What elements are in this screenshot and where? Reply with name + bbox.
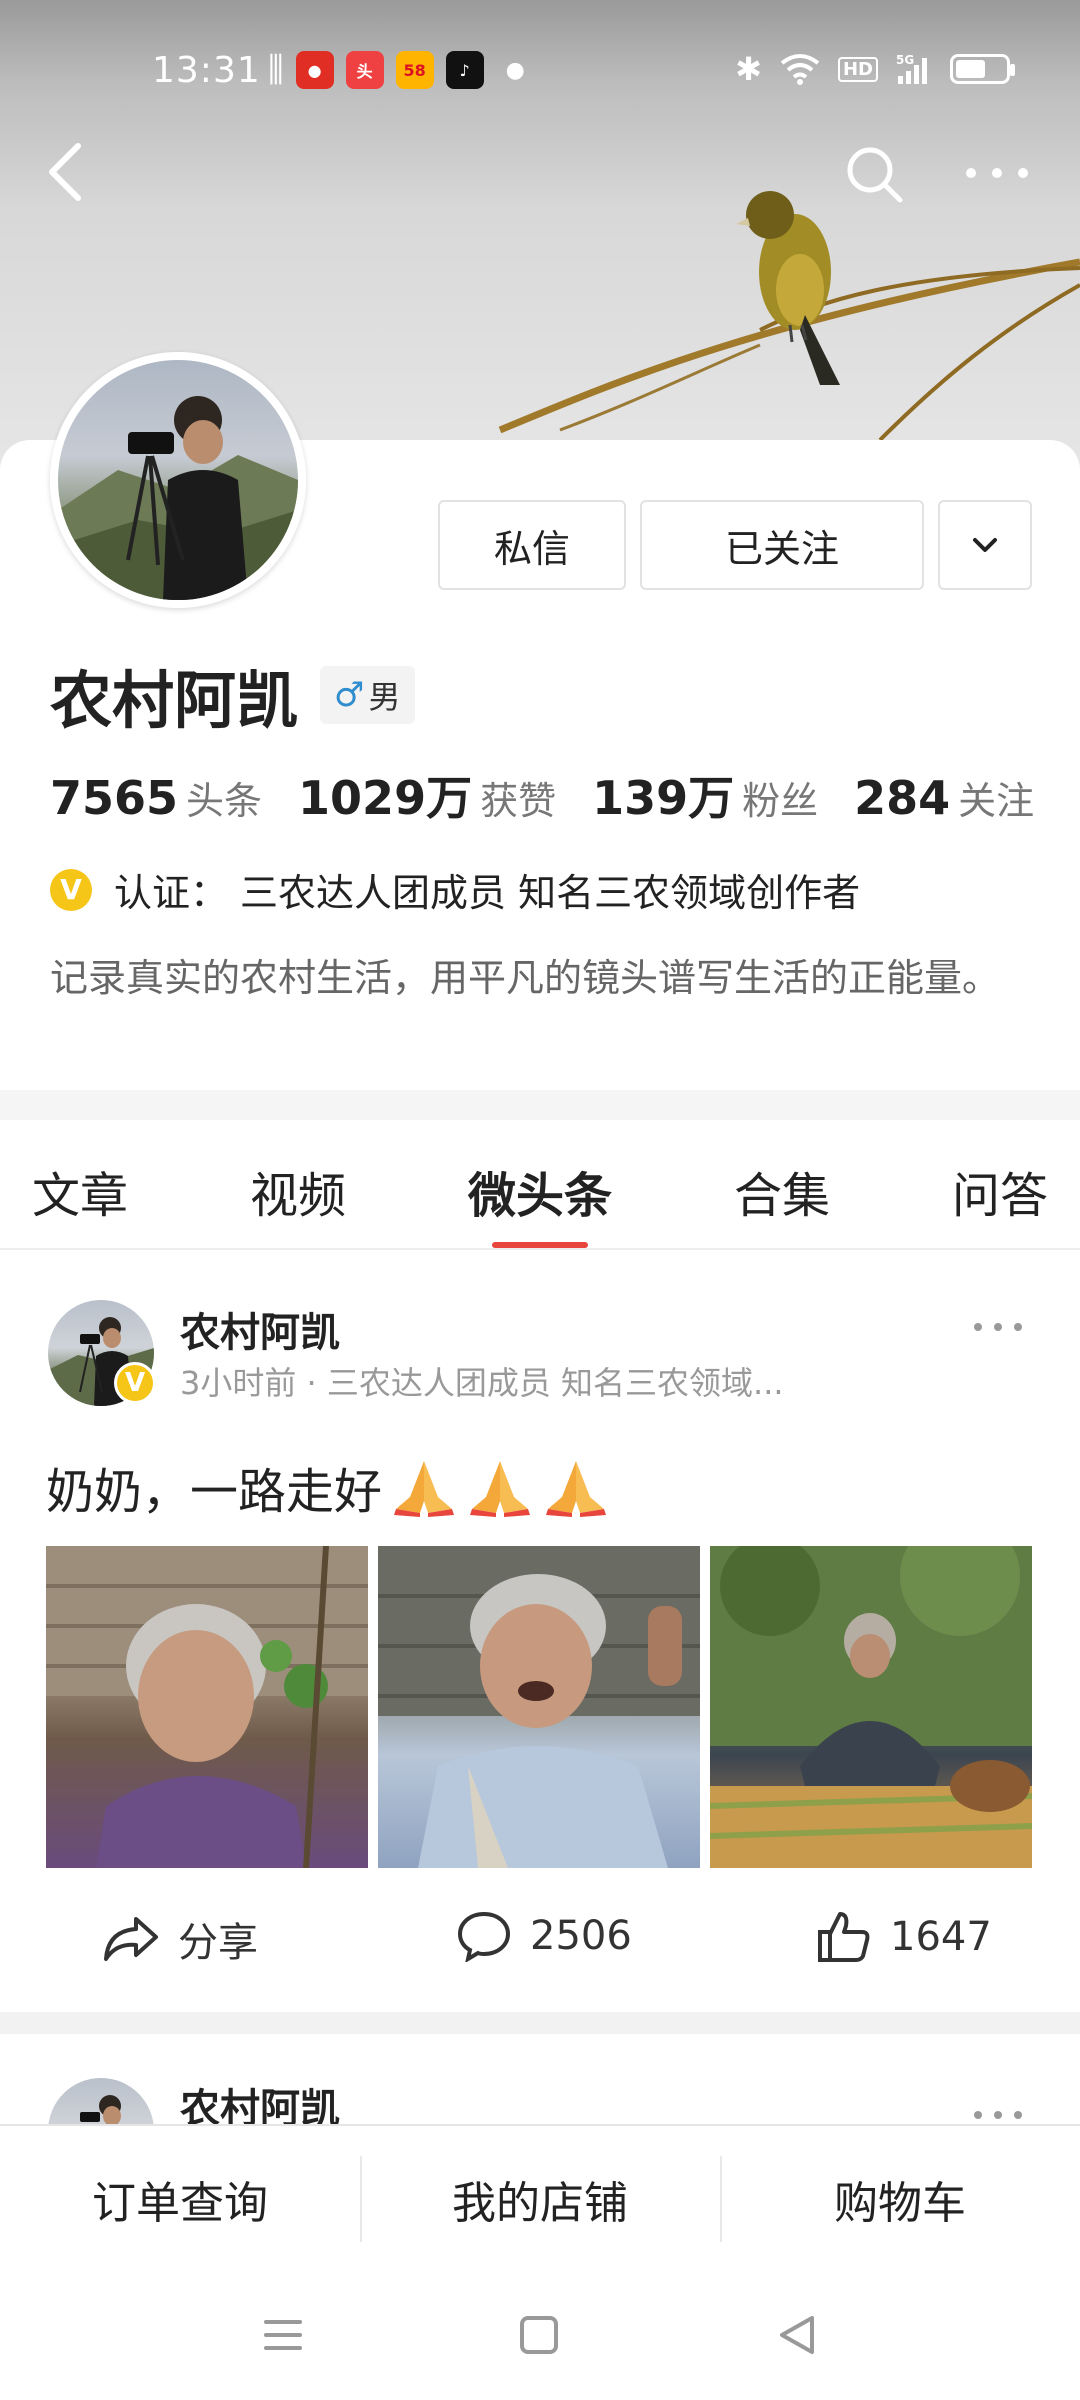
app-tiktok-icon: ♪ <box>445 51 484 89</box>
post-avatar-photo <box>80 2095 121 2124</box>
profile-name-row: 农村阿凯 ♂ 男 <box>50 650 415 740</box>
gender-badge: ♂ 男 <box>320 666 415 724</box>
tab-articles[interactable]: 文章 <box>32 1156 128 1226</box>
battery-icon <box>950 54 1015 84</box>
message-button[interactable]: 私信 <box>438 500 626 590</box>
section-divider <box>0 1090 1080 1120</box>
male-icon: ♂ <box>334 675 365 715</box>
folded-hands-icon <box>394 1461 455 1517</box>
stat-likes[interactable]: 1029万 获赞 <box>298 762 556 828</box>
photo-grandma-laughing <box>378 1546 700 1868</box>
share-icon <box>104 1917 158 1961</box>
like-count: 1647 <box>890 1914 992 1960</box>
follow-button[interactable]: 已关注 <box>640 500 924 590</box>
stat-value: 284 <box>854 771 951 825</box>
thumbs-up-icon <box>818 1912 870 1962</box>
shopping-cart-button[interactable]: 购物车 <box>720 2126 1080 2272</box>
wifi-icon <box>780 54 820 85</box>
more-dots-icon[interactable] <box>962 155 1032 191</box>
photo-grandma-working <box>710 1546 1032 1868</box>
verification-row: V 认证： 三农达人团成员 知名三农领域创作者 <box>50 862 860 917</box>
stat-value: 1029万 <box>298 771 473 825</box>
status-system-icons: ✱ HD 5G <box>735 50 1015 88</box>
tab-qa[interactable]: 问答 <box>952 1156 1048 1226</box>
verified-icon: V <box>114 1362 156 1404</box>
status-time: 13:31 <box>152 50 261 91</box>
my-shop-button[interactable]: 我的店铺 <box>360 2126 720 2272</box>
like-button[interactable]: 1647 <box>816 1910 992 1964</box>
verification-text: 三农达人团成员 知名三农领域创作者 <box>240 871 861 915</box>
system-nav-bar <box>0 2272 1080 2400</box>
avatar[interactable] <box>50 352 306 608</box>
post-divider <box>0 2012 1080 2034</box>
feed-post: 农村阿凯 <box>0 2034 1080 2124</box>
stat-fans[interactable]: 139万 粉丝 <box>592 762 818 828</box>
comment-button[interactable]: 2506 <box>456 1910 632 1962</box>
signal-5g-icon: 5G <box>896 53 927 84</box>
post-actions: 分享 2506 1647 <box>0 1892 1080 1982</box>
svg-text:5G: 5G <box>896 53 914 67</box>
chevron-left-icon[interactable] <box>42 140 86 204</box>
stat-label: 关注 <box>958 779 1035 823</box>
active-tab-indicator <box>492 1242 588 1248</box>
post-photo[interactable] <box>710 1546 1032 1868</box>
tab-collections[interactable]: 合集 <box>734 1156 830 1226</box>
chevron-down-icon <box>973 538 997 552</box>
post-author[interactable]: 农村阿凯 <box>180 1300 340 1358</box>
post-text-row: 奶奶，一路走好 <box>46 1452 610 1522</box>
dropdown-button[interactable] <box>938 500 1032 590</box>
post-meta: 3小时前 · 三农达人团成员 知名三农领域... <box>180 1364 784 1402</box>
post-photo-grid <box>46 1546 1032 1868</box>
bluetooth-icon: ✱ <box>735 50 762 88</box>
stat-value: 139万 <box>592 771 735 825</box>
photo-grandma-smiling <box>46 1546 368 1868</box>
folded-hands-icon <box>546 1461 607 1517</box>
app-toutiao-icon: 头 <box>345 51 384 89</box>
profile-bio: 记录真实的农村生活，用平凡的镜头谱写生活的正能量。 <box>50 956 1001 1000</box>
folded-hands-icon <box>470 1461 531 1517</box>
dot-icon: ● <box>505 57 525 83</box>
profile-stats: 7565 头条 1029万 获赞 139万 粉丝 284 关注 <box>50 762 1070 828</box>
post-author[interactable]: 农村阿凯 <box>180 2076 340 2124</box>
gender-label: 男 <box>368 678 401 716</box>
stat-label: 头条 <box>186 779 263 823</box>
post-text: 奶奶，一路走好 <box>46 1464 383 1520</box>
stat-label: 粉丝 <box>742 779 819 823</box>
status-bar: 13:31 ⫼ ● 头 58 ♪ ● ✱ HD 5G <box>0 0 1080 140</box>
hd-icon: HD <box>837 56 878 82</box>
back-triangle-icon[interactable] <box>772 2310 822 2360</box>
comment-count: 2506 <box>530 1913 632 1959</box>
more-dots-icon[interactable] <box>970 1312 1026 1342</box>
status-app-icons: ⫼ ● 头 58 ♪ ● <box>268 50 525 90</box>
profile-name: 农村阿凯 <box>50 664 299 737</box>
more-dots-icon[interactable] <box>970 2100 1026 2124</box>
stat-posts[interactable]: 7565 头条 <box>50 770 262 825</box>
home-square-icon[interactable] <box>514 2310 564 2360</box>
order-query-button[interactable]: 订单查询 <box>0 2126 360 2272</box>
avatar-photo <box>58 396 298 600</box>
share-button[interactable]: 分享 <box>100 1910 258 1968</box>
post-photo[interactable] <box>378 1546 700 1868</box>
menu-icon[interactable] <box>258 2310 308 2360</box>
content-tabs: 文章 视频 微头条 合集 问答 <box>0 1120 1080 1250</box>
post-photo[interactable] <box>46 1546 368 1868</box>
app-58-icon: 58 <box>395 51 434 89</box>
post-avatar[interactable] <box>48 2078 154 2124</box>
stat-value: 7565 <box>50 771 179 825</box>
feed-post: V 农村阿凯 3小时前 · 三农达人团成员 知名三农领域... 奶奶，一路走好 <box>0 1252 1080 2012</box>
shop-bar: 订单查询 我的店铺 购物车 <box>0 2124 1080 2272</box>
app-pinduoduo-icon: ● <box>295 51 334 89</box>
listen-icon: ⫼ <box>268 50 284 90</box>
verification-label: 认证： <box>114 871 229 915</box>
verified-icon: V <box>50 868 92 911</box>
search-icon[interactable] <box>842 142 906 206</box>
stat-following[interactable]: 284 关注 <box>854 770 1034 825</box>
comment-icon <box>457 1911 511 1962</box>
tab-videos[interactable]: 视频 <box>250 1156 346 1226</box>
share-label: 分享 <box>178 1920 258 1966</box>
stat-label: 获赞 <box>480 779 557 823</box>
tab-micro-posts[interactable]: 微头条 <box>468 1156 612 1226</box>
